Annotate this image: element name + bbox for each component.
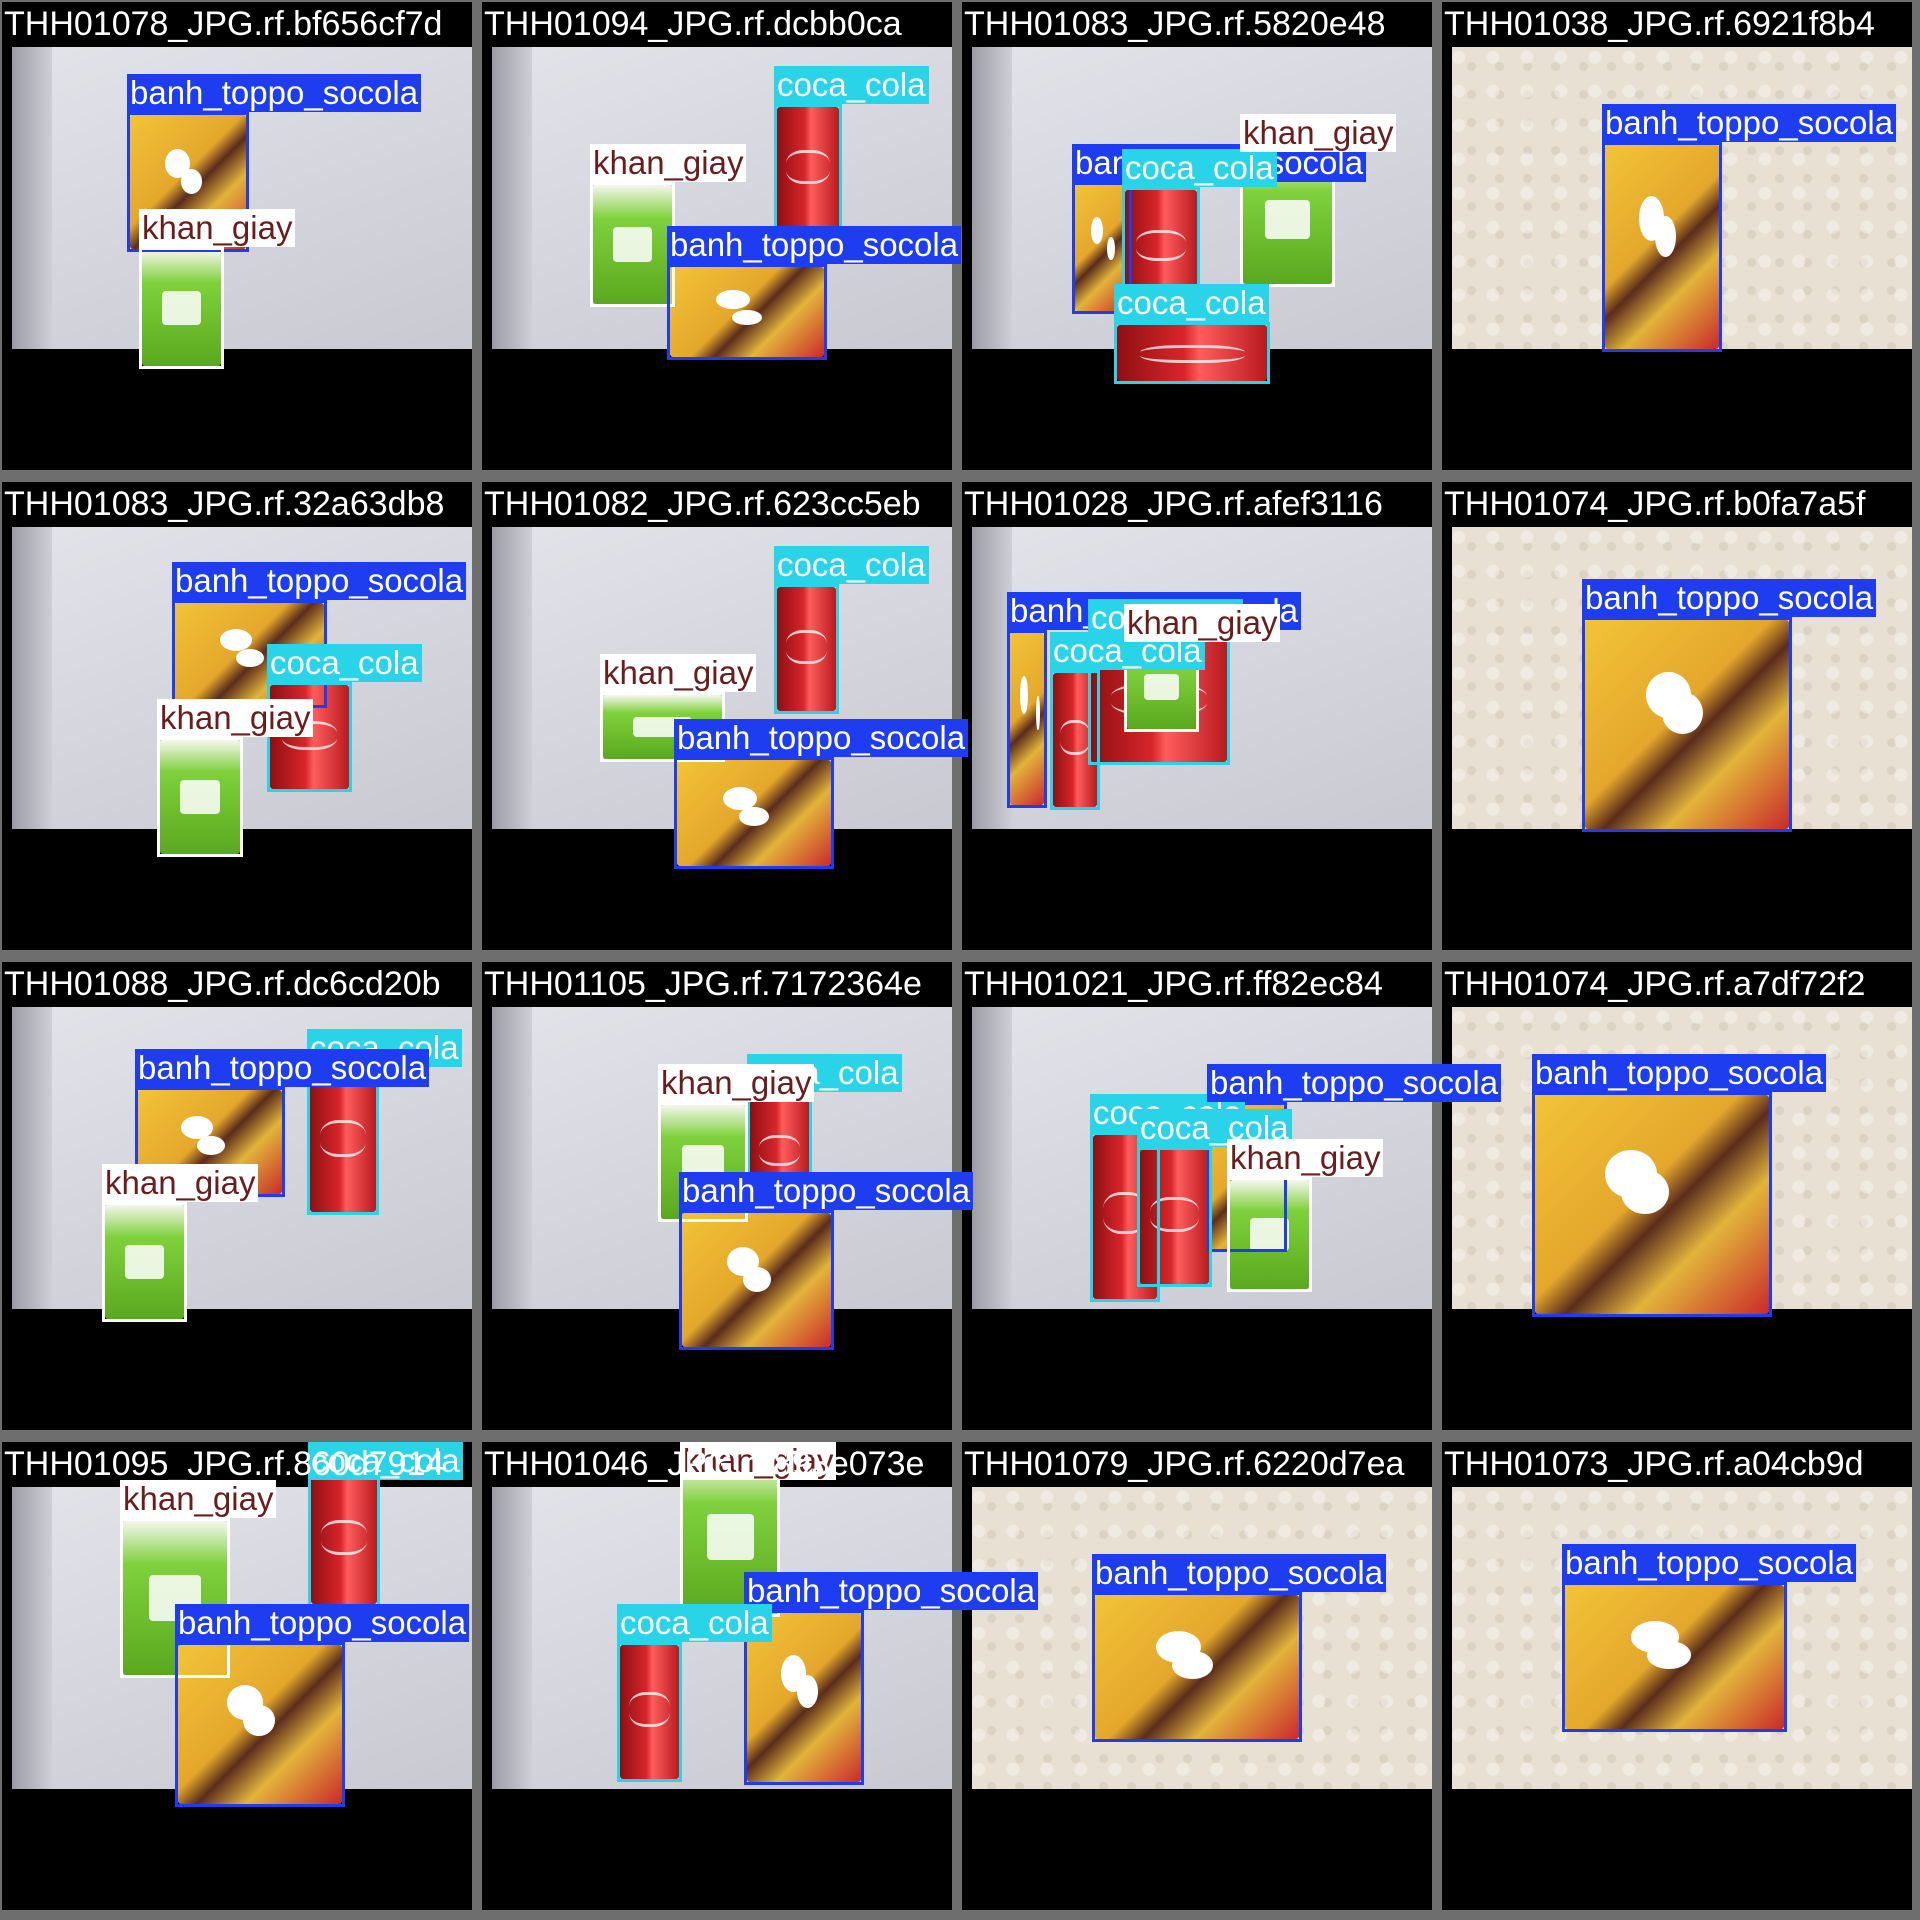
bounding-box: [774, 104, 842, 234]
class-label: khan_giay: [157, 699, 314, 737]
mosaic-tile: THH01088_JPG.rf.dc6cd20b coca_cola banh_to…: [2, 962, 472, 1430]
bounding-box: [157, 737, 243, 857]
class-label: khan_giay: [1227, 1139, 1384, 1177]
bounding-box: [102, 1202, 187, 1322]
class-label: banh_toppo_socola: [127, 74, 422, 112]
mosaic-tile: THH01028_JPG.rf.afef3116banh_toppo_socol…: [962, 482, 1432, 950]
bounding-box: [1562, 1582, 1787, 1732]
image-filename: THH01021_JPG.rf.ff82ec84: [964, 965, 1383, 1003]
image-filename: THH01088_JPG.rf.dc6cd20b: [4, 965, 441, 1003]
image-filename: THH01083_JPG.rf.5820e48: [964, 5, 1386, 43]
image-filename: THH01079_JPG.rf.6220d7ea: [964, 1445, 1405, 1483]
class-label: khan_giay: [658, 1064, 815, 1102]
bounding-box: [175, 1642, 345, 1807]
class-label: banh_toppo_socola: [679, 1172, 974, 1210]
class-label: banh_toppo_socola: [1582, 579, 1877, 617]
mosaic-tile: THH01082_JPG.rf.623cc5eb coca_cola khan_gi…: [482, 482, 969, 950]
image-filename: THH01105_JPG.rf.7172364e: [484, 965, 922, 1003]
bounding-box: [1114, 322, 1270, 384]
class-label: khan_giay: [600, 654, 757, 692]
class-label: khan_giay: [120, 1480, 277, 1518]
image-filename: THH01078_JPG.rf.bf656cf7d: [4, 5, 443, 43]
class-label: banh_toppo_socola: [1207, 1064, 1502, 1102]
image-filename: THH01028_JPG.rf.afef3116: [964, 485, 1383, 523]
class-label: khan_giay: [102, 1164, 259, 1202]
class-label: banh_toppo_socola: [1602, 104, 1897, 142]
mosaic-tile: THH01105_JPG.rf.7172364e coca_cola khan_gi…: [482, 962, 974, 1430]
mosaic-tile: THH01079_JPG.rf.6220d7ea banh_toppo_socol…: [962, 1442, 1432, 1910]
mosaic-tile: THH01095_JPG.rf.860d7914 coca_cola khan_gi…: [2, 1442, 472, 1910]
mosaic-tile: THH01074_JPG.rf.b0fa7a5f banh_toppo_socol…: [1442, 482, 1912, 950]
bounding-box: [308, 1472, 380, 1607]
class-label: khan_giay: [1124, 604, 1281, 642]
image-filename: THH01094_JPG.rf.dcbb0ca: [484, 5, 902, 43]
class-label: banh_toppo_socola: [744, 1572, 1039, 1610]
bounding-box: [1227, 1177, 1312, 1292]
image-filename: THH01095_JPG.rf.860d7914: [4, 1445, 445, 1483]
class-label: coca_cola: [774, 546, 929, 584]
bounding-box: [617, 1642, 682, 1782]
bounding-box: [139, 247, 224, 369]
class-label: banh_toppo_socola: [135, 1049, 430, 1087]
bounding-box: [1602, 142, 1722, 352]
class-label: banh_toppo_socola: [172, 562, 467, 600]
bounding-box: [1582, 617, 1792, 832]
bounding-box: [679, 1210, 834, 1350]
mosaic-tile: THH01083_JPG.rf.32a63db8 banh_toppo_socol…: [2, 482, 472, 950]
mosaic-tile: THH01073_JPG.rf.a04cb9d banh_toppo_socola: [1442, 1442, 1912, 1910]
image-filename: THH01073_JPG.rf.a04cb9d: [1444, 1445, 1864, 1483]
bounding-box: [667, 264, 827, 360]
mosaic-tile: THH01074_JPG.rf.a7df72f2 banh_toppo_socol…: [1442, 962, 1912, 1430]
mosaic-tile: THH01021_JPG.rf.ff82ec84coca_colabanh_to…: [962, 962, 1502, 1430]
bounding-box: [1532, 1092, 1772, 1317]
image-filename: THH01046_JPG.rf.893e073e: [484, 1445, 925, 1483]
class-label: banh_toppo_socola: [1532, 1054, 1827, 1092]
class-label: banh_toppo_socola: [175, 1604, 470, 1642]
image-filename: THH01074_JPG.rf.b0fa7a5f: [1444, 485, 1866, 523]
bounding-box: [1092, 1592, 1302, 1742]
class-label: coca_cola: [617, 1604, 772, 1642]
image-filename: THH01074_JPG.rf.a7df72f2: [1444, 965, 1866, 1003]
bounding-box: [774, 584, 839, 714]
mosaic-tile: THH01046_JPG.rf.893e073e khan_giay banh_to…: [482, 1442, 1039, 1910]
class-label: coca_cola: [267, 644, 422, 682]
bounding-box: [1007, 630, 1047, 808]
class-label: khan_giay: [139, 209, 296, 247]
bounding-box: [674, 757, 834, 869]
mosaic-tile: THH01094_JPG.rf.dcbb0ca coca_cola khan_gia…: [482, 2, 962, 470]
class-label: banh_toppo_socola: [674, 719, 969, 757]
class-label: coca_cola: [1114, 284, 1269, 322]
bounding-box: [307, 1067, 379, 1215]
class-label: coca_cola: [1122, 149, 1277, 187]
image-filename: THH01038_JPG.rf.6921f8b4: [1444, 5, 1875, 43]
class-label: banh_toppo_socola: [1092, 1554, 1387, 1592]
class-label: khan_giay: [1240, 114, 1397, 152]
detection-mosaic: THH01078_JPG.rf.bf656cf7d banh_toppo_soco…: [0, 0, 1920, 1920]
bounding-box: [590, 182, 675, 307]
mosaic-tile: THH01083_JPG.rf.5820e48banh_toppo_socola…: [962, 2, 1432, 470]
class-label: khan_giay: [590, 144, 747, 182]
class-label: banh_toppo_socola: [1562, 1544, 1857, 1582]
image-filename: THH01082_JPG.rf.623cc5eb: [484, 485, 921, 523]
class-label: coca_cola: [774, 66, 929, 104]
image-filename: THH01083_JPG.rf.32a63db8: [4, 485, 445, 523]
mosaic-tile: THH01038_JPG.rf.6921f8b4 banh_toppo_socol…: [1442, 2, 1912, 470]
bounding-box: [1137, 1147, 1212, 1287]
mosaic-tile: THH01078_JPG.rf.bf656cf7d banh_toppo_soco…: [2, 2, 472, 470]
class-label: banh_toppo_socola: [667, 226, 962, 264]
